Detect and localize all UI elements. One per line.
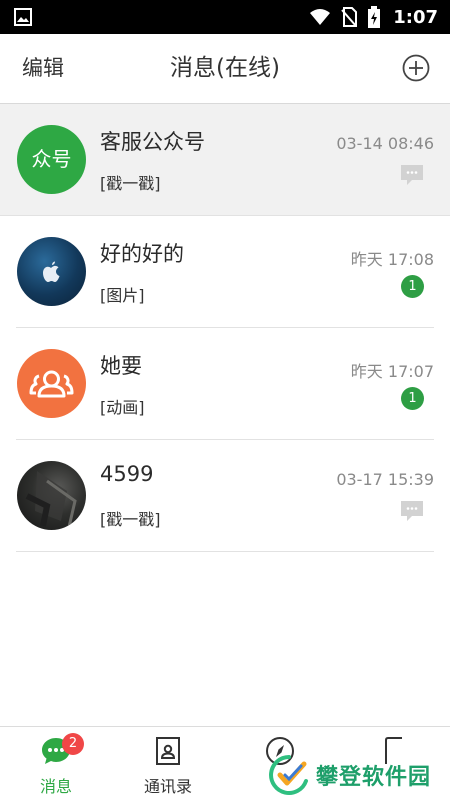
- conversation-name: 客服公众号: [100, 130, 205, 154]
- conversation-item[interactable]: 4599 [戳一戳] 03-17 15:39: [16, 440, 434, 552]
- avatar: [17, 461, 86, 530]
- conversation-preview: [图片]: [100, 286, 145, 305]
- tab-label: 通讯录: [143, 777, 192, 796]
- avatar: [17, 349, 86, 418]
- message-bubble-icon: [401, 501, 423, 521]
- avatar-photo: [25, 471, 77, 528]
- page-title: 消息(在线): [170, 55, 280, 81]
- conversation-time: 昨天 17:07: [350, 362, 434, 381]
- conversation-item[interactable]: 她要 [动画] 昨天 17:07 1: [16, 328, 434, 440]
- edit-button[interactable]: 编辑: [22, 34, 64, 103]
- conversation-item[interactable]: 好的好的 [图片] 昨天 17:08 1: [16, 216, 434, 328]
- status-time: 1:07: [393, 6, 438, 28]
- tab-messages[interactable]: 2 消息: [0, 727, 112, 801]
- avatar-text: 众号: [31, 147, 72, 171]
- conversation-name: 4599: [100, 462, 154, 486]
- avatar: [17, 237, 86, 306]
- battery-charging-icon: [368, 6, 381, 28]
- avatar: 众号: [17, 125, 86, 194]
- conversation-list: 众号 客服公众号 [戳一戳] 03-14 08:46 好的好的 [图片] 昨天 …: [0, 104, 450, 552]
- conversation-preview: [戳一戳]: [100, 174, 161, 193]
- conversation-preview: [戳一戳]: [100, 510, 161, 529]
- watermark: 攀登软件园: [268, 752, 431, 798]
- tab-label: 消息: [39, 777, 72, 796]
- apple-logo-icon: [43, 261, 60, 282]
- watermark-logo-icon: [269, 755, 308, 795]
- unread-badge: 1: [401, 387, 424, 410]
- add-icon[interactable]: [402, 54, 430, 82]
- conversation-time: 03-17 15:39: [336, 470, 434, 489]
- wifi-icon: [310, 9, 331, 25]
- gallery-notification-icon: [14, 8, 32, 26]
- conversation-name: 她要: [100, 354, 142, 378]
- contacts-book-icon: [156, 737, 180, 765]
- message-bubble-icon: [401, 165, 423, 185]
- conversation-item[interactable]: 众号 客服公众号 [戳一戳] 03-14 08:46: [0, 104, 450, 216]
- no-sim-icon: [341, 7, 358, 27]
- title-bar: 编辑 消息(在线): [0, 34, 450, 104]
- watermark-text: 攀登软件园: [316, 765, 432, 790]
- unread-badge: 1: [401, 275, 424, 298]
- conversation-preview: [动画]: [100, 398, 145, 417]
- conversation-name: 好的好的: [100, 242, 184, 266]
- status-bar: 1:07: [0, 0, 450, 34]
- group-icon: [29, 370, 74, 398]
- tab-contacts[interactable]: 通讯录: [112, 727, 224, 801]
- tab-badge: 2: [62, 733, 84, 755]
- conversation-time: 03-14 08:46: [336, 134, 434, 153]
- conversation-time: 昨天 17:08: [350, 250, 434, 269]
- status-icons: 1:07: [309, 0, 438, 34]
